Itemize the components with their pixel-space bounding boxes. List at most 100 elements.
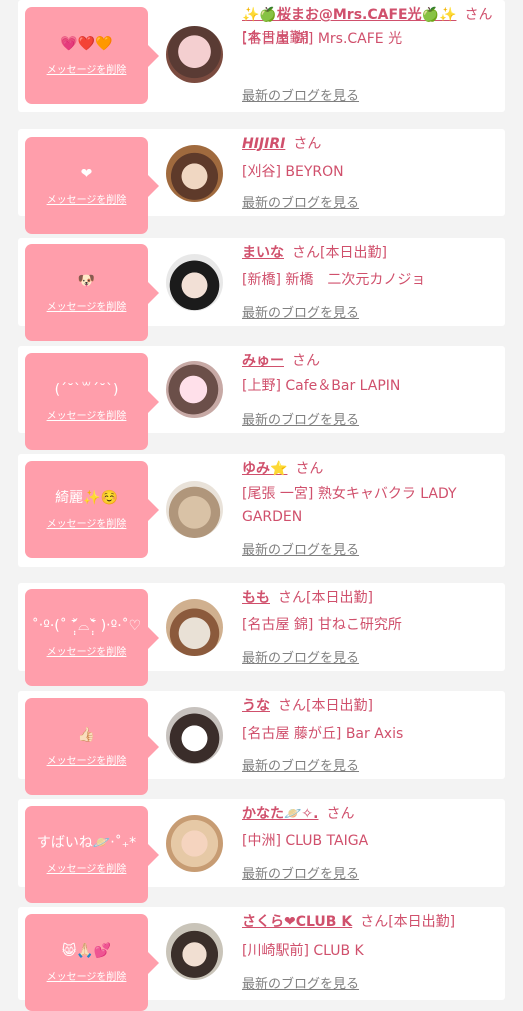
profile-info: HIJIRI さん [刈谷] BEYRON 最新のブログを見る bbox=[242, 129, 497, 216]
profile-name-link[interactable]: ✨🍏桜まお@Mrs.CAFE光🍏✨ bbox=[242, 7, 456, 23]
delete-message-link[interactable]: メッセージを削除 bbox=[25, 643, 148, 658]
message-card: 綺麗✨☺️ メッセージを削除 ゆみ⭐️ さん [尾張 一宮] 熟女キャバクラ LADY … bbox=[18, 454, 505, 567]
profile-name-link[interactable]: まいな bbox=[242, 245, 284, 261]
avatar[interactable] bbox=[166, 815, 223, 872]
profile-name-link[interactable]: うな bbox=[242, 698, 270, 714]
shop-text: [川崎駅前] CLUB K bbox=[242, 943, 364, 959]
message-card: 🐶 メッセージを削除 まいな さん[本日出勤] [新橋] 新橋 二次元カノジョ 最新のブロ… bbox=[18, 238, 505, 341]
profile-name-link[interactable]: HIJIRI bbox=[242, 136, 285, 152]
profile-info: ✨🍏桜まお@Mrs.CAFE光🍏✨ さん[本日出勤] [名古屋 錦] Mrs.CAF… bbox=[242, 0, 497, 112]
status-text: [本日出勤] bbox=[320, 245, 387, 261]
avatar[interactable] bbox=[166, 707, 223, 764]
latest-blog-link[interactable]: 最新のブログを見る bbox=[242, 647, 359, 666]
shop-text: [新橋] 新橋 二次元カノジョ bbox=[242, 272, 426, 288]
avatar[interactable] bbox=[166, 599, 223, 656]
name-line: まいな さん[本日出勤] bbox=[242, 242, 497, 265]
delete-message-link[interactable]: メッセージを削除 bbox=[25, 752, 148, 767]
message-bubble: ❤ メッセージを削除 bbox=[25, 137, 159, 234]
status-text: [本日出勤] bbox=[306, 590, 373, 606]
message-text: 💗❤️🧡 bbox=[60, 36, 113, 52]
message-card: 👍🏻 メッセージを削除 うな さん[本日出勤] [名古屋 藤が丘] Bar Axis 最新… bbox=[18, 691, 505, 795]
message-card: (ˊ˘ˋ꒳ˊ˘ˋ) メッセージを削除 みゅー さん [上野] Cafe＆Bar LAPI… bbox=[18, 346, 505, 450]
honorific: さん bbox=[278, 698, 306, 714]
message-text: 👍🏻 bbox=[77, 727, 96, 743]
name-line: さくら❤CLUB K さん[本日出勤] bbox=[242, 911, 497, 934]
latest-blog-link[interactable]: 最新のブログを見る bbox=[242, 409, 359, 428]
profile-info: もも さん[本日出勤] [名古屋 錦] 甘ねこ研究所 最新のブログを見る bbox=[242, 583, 497, 671]
avatar[interactable] bbox=[166, 254, 223, 311]
profile-info: かなた🪐✧. さん [中洲] CLUB TAIGA 最新のブログを見る bbox=[242, 799, 497, 887]
shop-text: [名古屋 錦] Mrs.CAFE 光 bbox=[242, 31, 403, 47]
delete-message-link[interactable]: メッセージを削除 bbox=[25, 860, 148, 875]
delete-message-link[interactable]: メッセージを削除 bbox=[25, 407, 148, 422]
profile-name-link[interactable]: さくら❤CLUB K bbox=[242, 914, 352, 930]
message-bubble: (ˊ˘ˋ꒳ˊ˘ˋ) メッセージを削除 bbox=[25, 353, 159, 450]
shop-text: [中洲] CLUB TAIGA bbox=[242, 833, 369, 849]
profile-name-link[interactable]: ゆみ⭐️ bbox=[242, 461, 287, 477]
message-text: 😸🙏🏻💕 bbox=[61, 943, 112, 959]
message-bubble: 🐶 メッセージを削除 bbox=[25, 244, 159, 341]
message-text: 🐶 bbox=[77, 273, 96, 289]
delete-message-link[interactable]: メッセージを削除 bbox=[25, 968, 148, 983]
profile-name-link[interactable]: もも bbox=[242, 590, 270, 606]
message-bubble: 👍🏻 メッセージを削除 bbox=[25, 698, 159, 795]
latest-blog-link[interactable]: 最新のブログを見る bbox=[242, 302, 359, 321]
message-bubble: すばいね🪐‧˚₊* メッセージを削除 bbox=[25, 806, 159, 903]
honorific: さん bbox=[326, 806, 355, 822]
name-line: うな さん[本日出勤] bbox=[242, 695, 497, 718]
latest-blog-link[interactable]: 最新のブログを見る bbox=[242, 539, 359, 558]
name-line: かなた🪐✧. さん bbox=[242, 803, 497, 826]
honorific: さん bbox=[293, 136, 322, 152]
shop-text: [刈谷] BEYRON bbox=[242, 164, 344, 180]
delete-message-link[interactable]: メッセージを削除 bbox=[25, 515, 148, 530]
profile-name-link[interactable]: かなた🪐✧. bbox=[242, 806, 318, 822]
honorific: さん bbox=[464, 7, 493, 23]
honorific: さん bbox=[360, 914, 389, 930]
honorific: さん bbox=[292, 353, 320, 369]
status-text: [本日出勤] bbox=[306, 698, 373, 714]
shop-text: [尾張 一宮] 熟女キャバクラ LADY GARDEN bbox=[242, 486, 457, 525]
shop-text: [名古屋 藤が丘] Bar Axis bbox=[242, 726, 404, 742]
honorific: さん bbox=[295, 461, 324, 477]
profile-info: みゅー さん [上野] Cafe＆Bar LAPIN 最新のブログを見る bbox=[242, 346, 497, 433]
message-text: ❤ bbox=[80, 166, 93, 182]
latest-blog-link[interactable]: 最新のブログを見る bbox=[242, 973, 359, 992]
status-text: [本日出勤] bbox=[388, 914, 456, 930]
message-bubble: 💗❤️🧡 メッセージを削除 bbox=[25, 7, 159, 104]
name-line: HIJIRI さん bbox=[242, 133, 497, 156]
honorific: さん bbox=[278, 590, 306, 606]
latest-blog-link[interactable]: 最新のブログを見る bbox=[242, 863, 359, 882]
latest-blog-link[interactable]: 最新のブログを見る bbox=[242, 192, 359, 211]
message-bubble: ˚‧º·(˚ ˃̣̣̥᷄⌓˂̣̣̥᷅ )‧º·˚♡ メッセージを削除 bbox=[25, 589, 159, 686]
delete-message-link[interactable]: メッセージを削除 bbox=[25, 298, 148, 313]
message-card: ˚‧º·(˚ ˃̣̣̥᷄⌓˂̣̣̥᷅ )‧º·˚♡ メッセージを削除 もも さん[本日… bbox=[18, 583, 505, 686]
message-text: (ˊ˘ˋ꒳ˊ˘ˋ) bbox=[54, 382, 119, 398]
message-list: 💗❤️🧡 メッセージを削除 ✨🍏桜まお@Mrs.CAFE光🍏✨ さん[本日出勤] [名古… bbox=[0, 0, 523, 1011]
latest-blog-link[interactable]: 最新のブログを見る bbox=[242, 85, 359, 104]
honorific: さん bbox=[292, 245, 320, 261]
avatar[interactable] bbox=[166, 923, 223, 980]
avatar[interactable] bbox=[166, 481, 223, 538]
avatar[interactable] bbox=[166, 26, 223, 83]
profile-info: まいな さん[本日出勤] [新橋] 新橋 二次元カノジョ 最新のブログを見る bbox=[242, 238, 497, 326]
delete-message-link[interactable]: メッセージを削除 bbox=[25, 61, 148, 76]
name-line: もも さん[本日出勤] bbox=[242, 587, 497, 610]
profile-info: ゆみ⭐️ さん [尾張 一宮] 熟女キャバクラ LADY GARDEN 最新のブログを… bbox=[242, 454, 497, 567]
profile-info: さくら❤CLUB K さん[本日出勤] [川崎駅前] CLUB K 最新のブログを見る bbox=[242, 907, 497, 1000]
message-card: すばいね🪐‧˚₊* メッセージを削除 かなた🪐✧. さん [中洲] CLUB TAIGA… bbox=[18, 799, 505, 903]
delete-message-link[interactable]: メッセージを削除 bbox=[25, 191, 148, 206]
avatar[interactable] bbox=[166, 145, 223, 202]
latest-blog-link[interactable]: 最新のブログを見る bbox=[242, 755, 359, 774]
message-card: 😸🙏🏻💕 メッセージを削除 さくら❤CLUB K さん[本日出勤] [川崎駅前] CLU… bbox=[18, 907, 505, 1011]
name-line: みゅー さん bbox=[242, 350, 497, 373]
shop-text: [名古屋 錦] 甘ねこ研究所 bbox=[242, 617, 402, 633]
message-card: 💗❤️🧡 メッセージを削除 ✨🍏桜まお@Mrs.CAFE光🍏✨ さん[本日出勤] [名古… bbox=[18, 0, 505, 112]
profile-info: うな さん[本日出勤] [名古屋 藤が丘] Bar Axis 最新のブログを見る bbox=[242, 691, 497, 779]
profile-name-link[interactable]: みゅー bbox=[242, 353, 284, 369]
message-text: すばいね🪐‧˚₊* bbox=[36, 835, 137, 851]
message-text: 綺麗✨☺️ bbox=[55, 490, 118, 506]
message-text: ˚‧º·(˚ ˃̣̣̥᷄⌓˂̣̣̥᷅ )‧º·˚♡ bbox=[31, 618, 142, 634]
message-bubble: 😸🙏🏻💕 メッセージを削除 bbox=[25, 914, 159, 1011]
avatar[interactable] bbox=[166, 361, 223, 418]
message-card: ❤ メッセージを削除 HIJIRI さん [刈谷] BEYRON 最新のブログを見る bbox=[18, 129, 505, 234]
